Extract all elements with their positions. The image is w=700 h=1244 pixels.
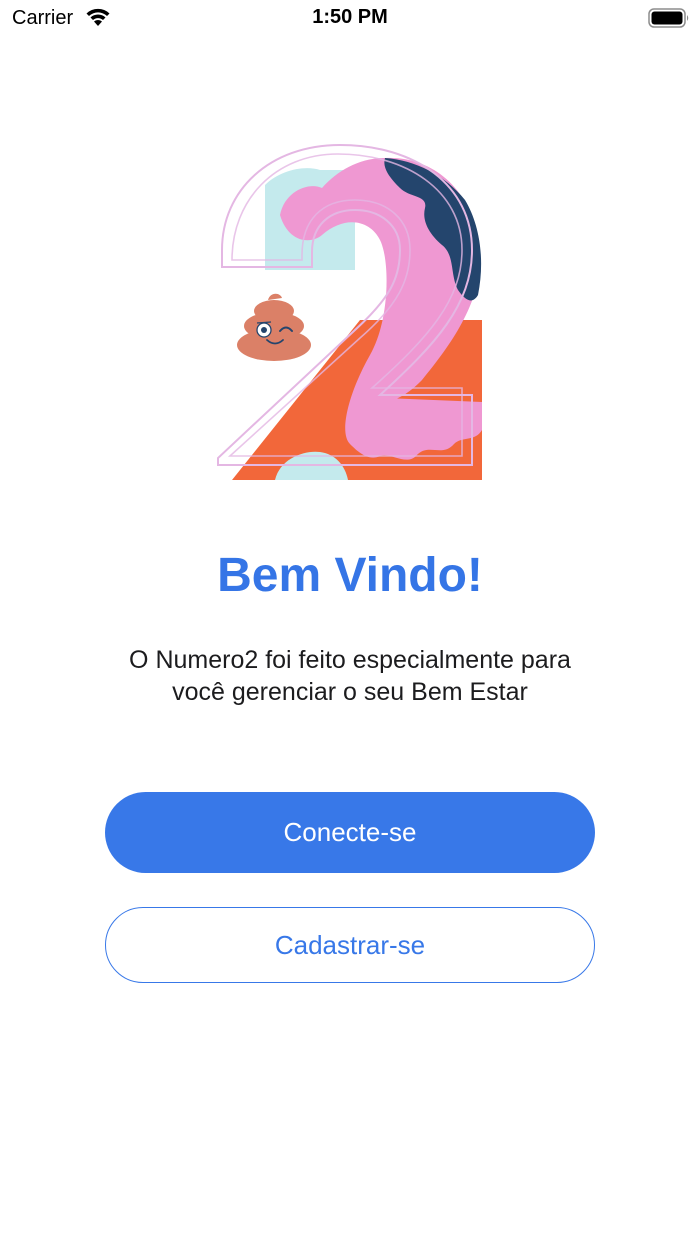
number-two-logo [210, 140, 500, 490]
signup-button-label: Cadastrar-se [274, 929, 426, 960]
login-button[interactable]: Conecte-se [105, 792, 595, 873]
clock-time: 1:50 PM [312, 6, 388, 28]
status-bar: Carrier 1:50 PM [0, 0, 700, 36]
signup-button[interactable]: Cadastrar-se [105, 907, 595, 983]
battery-icon [648, 8, 690, 28]
welcome-description-line-2: você gerenciar o seu Bem Estar [172, 678, 528, 706]
welcome-description: O Numero2 foi feito especialmente para v… [80, 644, 620, 708]
welcome-title: Bem Vindo! [217, 549, 483, 602]
login-button-label: Conecte-se [283, 817, 417, 847]
welcome-description-line-1: O Numero2 foi feito especialmente para [129, 646, 571, 674]
poop-character-icon [237, 293, 311, 361]
